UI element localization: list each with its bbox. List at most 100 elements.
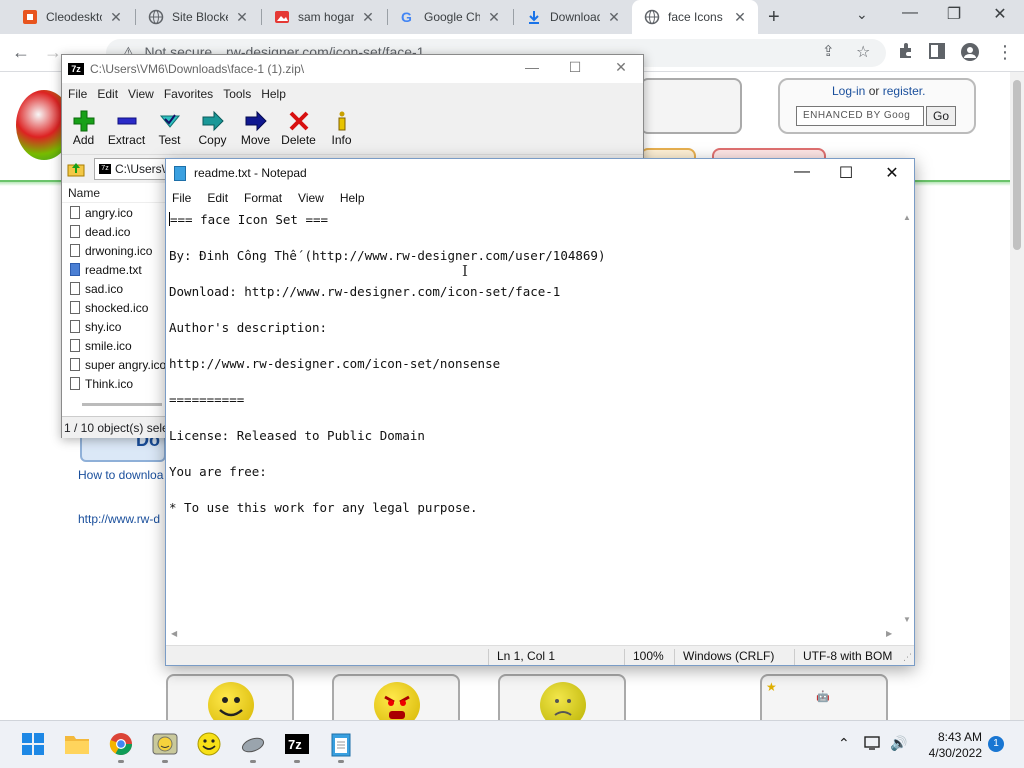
icon-thumb-misc[interactable]: ★ 🤖 (760, 674, 888, 720)
list-item[interactable]: dead.ico (62, 222, 166, 241)
tab-site-blocker[interactable]: Site Blocker ✕ (136, 0, 260, 34)
chrome-icon[interactable] (108, 731, 134, 757)
url-link[interactable]: http://www.rw-d (78, 512, 160, 526)
mouse-app-icon[interactable] (240, 731, 266, 757)
close-icon[interactable]: ✕ (234, 9, 250, 26)
star-icon[interactable]: ☆ (856, 42, 870, 62)
close-icon[interactable]: ✕ (611, 59, 631, 76)
menu-icon[interactable]: ⋮ (996, 42, 1014, 63)
menu-file[interactable]: File (172, 191, 191, 205)
minimize-icon[interactable]: — (790, 163, 814, 181)
list-item[interactable]: shy.ico (62, 317, 166, 336)
profile-icon[interactable] (960, 42, 980, 67)
folder-up-icon[interactable] (66, 159, 86, 179)
column-header-name[interactable]: Name (62, 183, 166, 203)
scroll-right-icon[interactable]: ▶ (886, 629, 892, 638)
text-editor[interactable]: === face Icon Set === By: Đinh Công Thế … (166, 209, 900, 627)
close-icon[interactable]: ✕ (360, 9, 376, 26)
chevron-down-icon[interactable]: ⌄ (856, 6, 868, 23)
file-explorer-icon[interactable] (64, 731, 90, 757)
page-scrollbar[interactable] (1010, 72, 1024, 720)
menu-view[interactable]: View (298, 191, 324, 205)
tab-face-icons[interactable]: face Icons ✕ (632, 0, 758, 34)
site-search-input[interactable]: ENHANCED BY Goog (796, 106, 924, 126)
icon-thumb-smile[interactable] (166, 674, 294, 720)
volume-icon[interactable]: 🔊 (890, 735, 907, 752)
chevron-up-icon[interactable]: ⌃ (838, 735, 850, 752)
icon-thumb-sad[interactable] (498, 674, 626, 720)
resize-grip-icon[interactable]: ⋰ (903, 652, 912, 663)
list-item[interactable]: super angry.ico (62, 355, 166, 374)
new-tab-icon[interactable]: + (768, 6, 780, 29)
share-icon[interactable]: ⇪ (822, 42, 835, 60)
menu-favorites[interactable]: Favorites (164, 87, 213, 101)
minimize-icon[interactable]: — (522, 59, 542, 75)
close-icon[interactable]: ✕ (880, 163, 904, 183)
zoom-level: 100% (624, 649, 664, 665)
info-button[interactable]: Info (320, 105, 363, 154)
howto-link[interactable]: How to downloa (78, 468, 163, 482)
list-item[interactable]: angry.ico (62, 203, 166, 222)
tab-google-chrome[interactable]: G Google Ch ✕ (388, 0, 512, 34)
svg-text:G: G (401, 9, 412, 25)
menu-edit[interactable]: Edit (97, 87, 118, 101)
network-icon[interactable] (864, 735, 882, 754)
menu-edit[interactable]: Edit (207, 191, 228, 205)
file-list-scrollbar[interactable] (82, 403, 162, 406)
menu-view[interactable]: View (128, 87, 154, 101)
sidepanel-icon[interactable] (928, 42, 946, 65)
menu-help[interactable]: Help (261, 87, 286, 101)
close-window-icon[interactable]: ✕ (990, 4, 1010, 24)
list-item[interactable]: shocked.ico (62, 298, 166, 317)
back-icon[interactable]: ← (12, 42, 30, 63)
text-line (169, 409, 897, 427)
smiley-app-icon[interactable] (196, 731, 222, 757)
system-clock[interactable]: 8:43 AM 4/30/2022 (920, 729, 982, 761)
list-item[interactable]: Think.ico (62, 374, 166, 393)
restore-icon[interactable]: ❐ (944, 4, 964, 24)
editor-vertical-scrollbar[interactable]: ▲ ▼ (900, 209, 914, 627)
menu-tools[interactable]: Tools (223, 87, 251, 101)
notepad-icon[interactable] (328, 731, 354, 757)
close-icon[interactable]: ✕ (606, 9, 622, 26)
angry-face-icon (374, 682, 420, 720)
notification-badge[interactable]: 1 (988, 736, 1004, 752)
maximize-icon[interactable]: ☐ (834, 163, 858, 183)
menu-help[interactable]: Help (340, 191, 365, 205)
move-button[interactable]: Move (234, 105, 277, 154)
menu-format[interactable]: Format (244, 191, 282, 205)
list-item[interactable]: drwoning.ico (62, 241, 166, 260)
close-icon[interactable]: ✕ (732, 9, 748, 26)
close-icon[interactable]: ✕ (486, 9, 502, 26)
list-item[interactable]: sad.ico (62, 279, 166, 298)
close-icon[interactable]: ✕ (108, 9, 124, 26)
tab-cleodesktop[interactable]: Cleodeskto ✕ (10, 0, 134, 34)
windows-start-icon[interactable] (20, 731, 46, 757)
7zip-titlebar[interactable]: 7z C:\Users\VM6\Downloads\face-1 (1).zip… (62, 55, 643, 83)
list-item[interactable]: readme.txt (62, 260, 166, 279)
icon-thumb-angry[interactable] (332, 674, 460, 720)
tab-downloads[interactable]: Downloads ✕ (514, 0, 632, 34)
scroll-down-icon[interactable]: ▼ (903, 615, 911, 624)
editor-horizontal-scrollbar[interactable]: ◀ ▶ (166, 627, 900, 641)
7zip-icon[interactable]: 7z (284, 731, 310, 757)
copy-button[interactable]: Copy (191, 105, 234, 154)
forward-icon[interactable]: → (44, 42, 62, 63)
scroll-up-icon[interactable]: ▲ (903, 213, 911, 222)
delete-button[interactable]: Delete (277, 105, 320, 154)
menu-file[interactable]: File (68, 87, 87, 101)
minimize-icon[interactable]: — (900, 4, 920, 22)
test-button[interactable]: Test (148, 105, 191, 154)
extract-button[interactable]: Extract (105, 105, 148, 154)
register-link[interactable]: register. (883, 84, 926, 98)
maximize-icon[interactable]: ☐ (565, 59, 585, 76)
face-app-icon[interactable] (152, 731, 178, 757)
extensions-icon[interactable] (896, 42, 914, 65)
login-link[interactable]: Log-in (832, 84, 865, 98)
scroll-left-icon[interactable]: ◀ (171, 629, 177, 638)
go-button[interactable]: Go (926, 106, 956, 126)
list-item[interactable]: smile.ico (62, 336, 166, 355)
tab-sam-hogan[interactable]: sam hogan ✕ (262, 0, 386, 34)
add-button[interactable]: Add (62, 105, 105, 154)
7zip-menu-bar: File Edit View Favorites Tools Help (62, 83, 643, 105)
